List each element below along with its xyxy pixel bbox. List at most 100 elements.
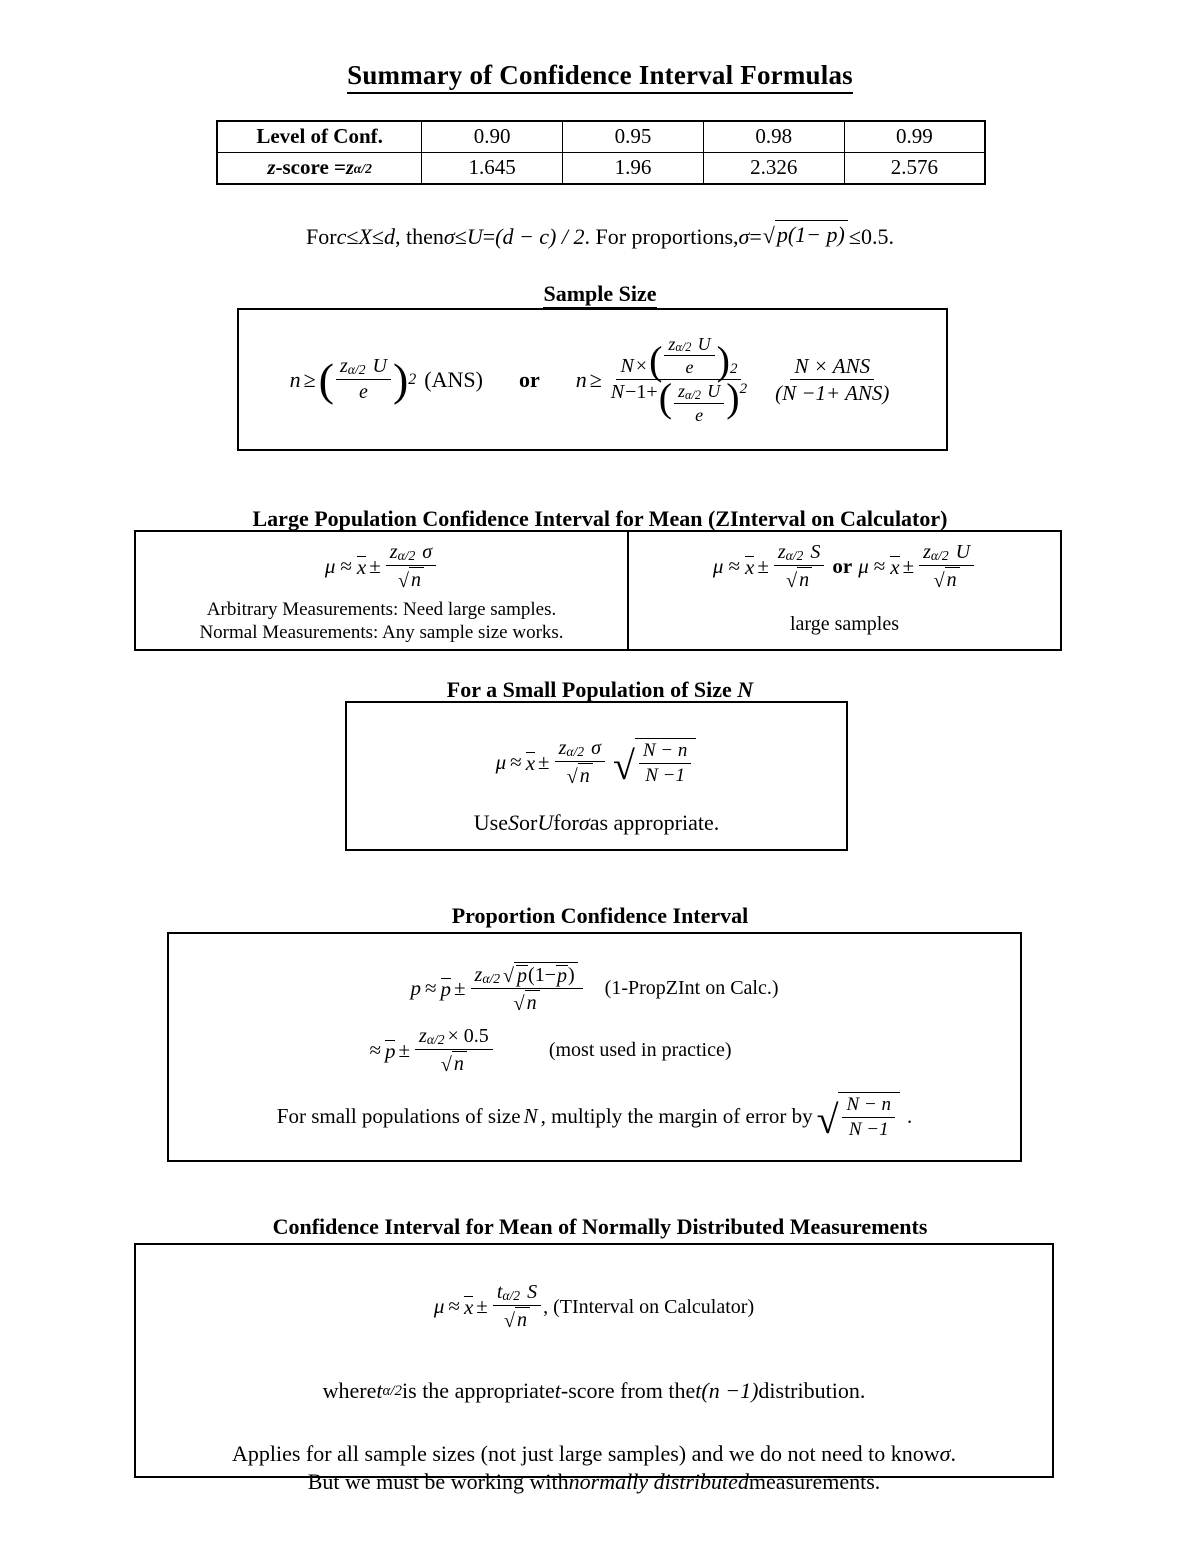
z-alpha-half-symbol: z α/2 (345, 157, 372, 179)
table-cell-conf-0: 0.90 (421, 120, 564, 153)
p-bar: p (384, 1038, 396, 1063)
small-population-box: μ ≈ x ± z α/2 σ √ n √ N − n N −1 Use S or U fo… (345, 701, 848, 851)
table-header-level-of-conf: Level of Conf. (216, 120, 423, 153)
note-normal-measurements: Normal Measurements: Any sample size wor… (199, 622, 564, 644)
sample-size-formula-row: n ≥( z α/2 U e ) 2 (ANS) or n ≥ N ×( z α/2 U e )… (239, 310, 946, 449)
sample-size-caption-text: Sample Size (543, 281, 657, 309)
var-U: U (537, 810, 554, 835)
sigma-symbol: σ (443, 224, 455, 249)
small-population-caption: For a Small Population of Size N (0, 677, 1200, 703)
table-row: z -score = z α/2 1.645 1.96 2.326 2.576 (216, 152, 986, 185)
radical-sign-icon: √ (612, 742, 635, 788)
formula-sample-size-ans-form: N × ANS (N −1+ ANS) (775, 353, 890, 405)
sigma-bound-line: For c ≤ X ≤ d, then σ ≤ U = (d − c) / 2.… (0, 220, 1200, 250)
sigma-line-text: For (306, 224, 337, 249)
var-N: N (523, 1103, 538, 1128)
var-c: c (336, 224, 347, 249)
table-cell-conf-3: 0.99 (843, 120, 986, 153)
x-bar: x (463, 1294, 474, 1319)
table-cell-z-1: 1.96 (562, 152, 704, 185)
note-tinterval: , (TInterval on Calculator) (543, 1296, 755, 1318)
large-population-left-cell: μ ≈ x ± z α/2 σ √ n Arbitrary Measurements: Ne… (136, 532, 629, 649)
proportion-caption-text: Proportion Confidence Interval (451, 903, 749, 928)
table-cell-z-3: 2.576 (843, 152, 986, 185)
proportion-formula-row-2: ≈ p ± z α/2 × 0.5 √ n (most used in practice) (169, 1025, 1020, 1076)
then-text: , then (394, 224, 444, 249)
formula-sample-size-finite: n ≥ N ×( z α/2 U e ) 2 N −1+( z α/2 U e ) 2 (575, 333, 748, 425)
small-population-caption-text: For a Small Population of Size (446, 677, 738, 702)
formula-small-population: μ ≈ x ± z α/2 σ √ n √ N − n N −1 (347, 737, 846, 788)
radicand-p: p(1− p) (774, 220, 848, 248)
paren-open: ( (318, 353, 334, 405)
footer-line-2: But we must be working with normally dis… (307, 1468, 881, 1494)
sample-size-box: n ≥( z α/2 U e ) 2 (ANS) or n ≥ N ×( z α/2 U e )… (237, 308, 948, 451)
normal-mean-box: μ ≈ x ± t α/2 S √ n , (TInterval on Calculator… (134, 1243, 1054, 1494)
p-bar: p (516, 965, 529, 987)
table-header-z-score: z -score = z α/2 (216, 152, 423, 185)
le-4: ≤ (848, 224, 861, 249)
formula-proportion-ci: p ≈ p ± z α/2 √ p (1− p) √ n (410, 962, 584, 1015)
table-cell-conf-1: 0.95 (562, 120, 704, 153)
table-cell-z-0: 1.645 (421, 152, 564, 185)
sigma-symbol: σ (578, 810, 590, 835)
small-population-note: Use S or U for σ as appropriate. (473, 810, 720, 835)
radical-sign-icon: √ (786, 570, 798, 592)
x-bar: x (356, 554, 367, 579)
emphasis-normally-distributed: normally distributed (568, 1468, 749, 1494)
table-cell-conf-2: 0.98 (702, 120, 845, 153)
sqrt-finite-population-correction: √ N − n N −1 (817, 1092, 900, 1141)
var-d: d (383, 224, 395, 249)
radical-sign-icon: √ (503, 965, 515, 987)
var-X: X (358, 224, 372, 249)
formula-mu-S-or-U: μ ≈ x ± z α/2 S √ n or μ ≈ x ± z α/2 U √ n (629, 532, 1060, 592)
radical-sign-icon: √ (762, 223, 775, 248)
normal-mean-where-line: where t α/2 is the appropriate t-score fr… (322, 1378, 866, 1403)
radical-sign-icon: √ (816, 1096, 839, 1142)
proportion-formula-row-1: p ≈ p ± z α/2 √ p (1− p) √ n (1-PropZInt on Calc.… (169, 962, 1020, 1015)
x-bar: x (744, 554, 755, 579)
radical-sign-icon: √ (503, 1310, 515, 1332)
t-distribution: t (n −1) (695, 1378, 759, 1403)
large-population-caption: Large Population Confidence Interval for… (0, 506, 1200, 532)
radical-sign-icon: √ (513, 993, 525, 1015)
z-score-label: z -score = (267, 155, 346, 179)
page-title-text: Summary of Confidence Interval Formulas (347, 60, 853, 94)
p-bar: p (440, 976, 451, 1001)
sqrt-p-one-minus-p: √ p(1− p) (763, 220, 848, 248)
le-3: ≤ (454, 224, 467, 249)
sigma-symbol: σ (939, 1441, 951, 1466)
var-U: U (466, 224, 483, 249)
proportion-small-population-note: For small populations of size N, multipl… (276, 1092, 913, 1142)
formula-mu-sigma: μ ≈ x ± z α/2 σ √ n (136, 532, 627, 592)
caption-var-N: N (737, 677, 754, 702)
note-arbitrary-measurements: Arbitrary Measurements: Need large sampl… (206, 599, 557, 620)
or-label-large: or (832, 554, 853, 578)
table-cell-z-2: 2.326 (702, 152, 845, 185)
t-alpha-half-symbol: t α/2 (376, 1378, 403, 1403)
u-expression: (d − c) / 2 (495, 224, 585, 249)
var-S: S (507, 810, 519, 835)
ans-label: (ANS) (424, 366, 483, 392)
large-population-right-cell: μ ≈ x ± z α/2 S √ n or μ ≈ x ± z α/2 U √ n large samp… (629, 532, 1060, 649)
formula-t-interval: μ ≈ x ± t α/2 S √ n , (TInterval on Calculator… (433, 1281, 755, 1332)
large-population-caption-text: Large Population Confidence Interval for… (252, 506, 948, 531)
paren-close: ) (392, 353, 409, 405)
sigma-symbol-2: σ (738, 224, 750, 249)
or-label-sample: or (518, 366, 540, 392)
x-bar: x (890, 554, 900, 579)
radical-sign-icon: √ (566, 766, 578, 788)
formula-sample-size-basic: n ≥( z α/2 U e ) 2 (289, 353, 417, 405)
normal-mean-caption: Confidence Interval for Mean of Normally… (0, 1214, 1200, 1240)
bound-value: 0.5. (860, 224, 894, 249)
radical-sign-icon: √ (397, 570, 409, 592)
equals-1: = (482, 224, 496, 249)
note-1propzint: (1-PropZInt on Calc.) (604, 977, 779, 999)
formula-proportion-half: ≈ p ± z α/2 × 0.5 √ n (365, 1025, 494, 1076)
footer-line-1: Applies for all sample sizes (not just l… (231, 1441, 957, 1466)
for-proportions-text: . For proportions, (584, 224, 739, 249)
equals-2: = (749, 224, 762, 249)
proportion-caption: Proportion Confidence Interval (0, 903, 1200, 929)
note-most-used: (most used in practice) (548, 1039, 732, 1061)
z-score-table: Level of Conf. 0.90 0.95 0.98 0.99 z -sco… (216, 120, 986, 185)
table-row: Level of Conf. 0.90 0.95 0.98 0.99 (216, 120, 986, 153)
